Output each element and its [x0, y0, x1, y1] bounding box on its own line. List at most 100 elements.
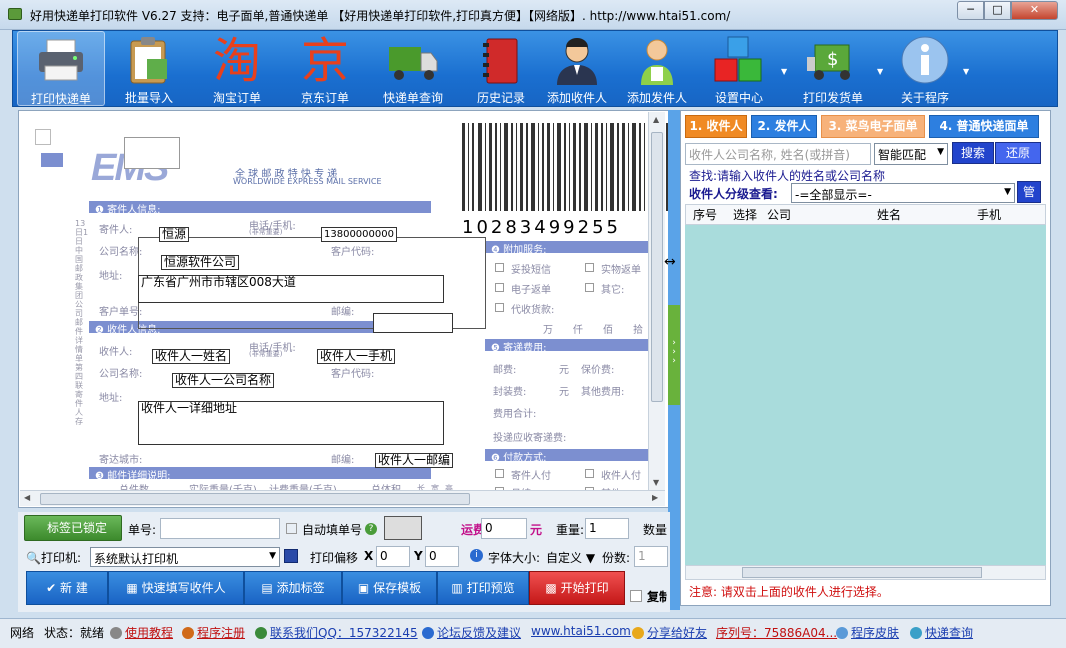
new-button[interactable]: ✔ 新 建	[26, 571, 108, 605]
tab-cainiao[interactable]: 3. 菜鸟电子面单	[821, 115, 925, 138]
col-index[interactable]: 序号	[693, 206, 717, 223]
tutorial-icon	[110, 627, 122, 639]
splitter-collapse-handle[interactable]: › › ›	[668, 305, 680, 405]
fee-unit-1: 元	[559, 365, 569, 376]
eReturn-checkbox[interactable]	[495, 283, 504, 292]
printer-select[interactable]: 系统默认打印机 ▼	[90, 547, 280, 567]
col-name[interactable]: 姓名	[877, 206, 901, 223]
unit-shi: 拾	[633, 325, 643, 336]
toolbar-add-receiver[interactable]: 添加收件人	[533, 31, 621, 106]
maximize-button[interactable]: □	[984, 1, 1011, 20]
toolbar-batch-import[interactable]: 批量导入	[105, 31, 193, 106]
return-checkbox[interactable]	[585, 263, 594, 272]
horizontal-scroll-thumb[interactable]	[40, 493, 470, 505]
field-sender-name[interactable]: 恒源	[159, 227, 190, 242]
list-scroll-thumb[interactable]	[742, 567, 982, 578]
settings-dropdown-arrow[interactable]: ▼	[781, 67, 787, 76]
toolbar-about[interactable]: 关于程序	[881, 31, 969, 106]
field-sender-address[interactable]: 广东省广州市市辖区008大道	[138, 275, 444, 303]
scroll-right-arrow[interactable]: ▶	[652, 493, 658, 502]
share-link[interactable]: 分享给好友	[632, 624, 707, 641]
tutorial-link[interactable]: 使用教程	[110, 624, 173, 641]
website-link[interactable]: www.htai51.com	[531, 624, 631, 638]
field-blank-box[interactable]	[373, 313, 453, 333]
canvas-horizontal-scrollbar[interactable]: ◀ ▶	[20, 490, 665, 506]
minimize-button[interactable]: ─	[957, 1, 984, 20]
reset-button[interactable]: 还原	[995, 142, 1041, 164]
cod-checkbox[interactable]	[495, 303, 504, 312]
vertical-scroll-thumb[interactable]	[651, 132, 663, 402]
logo-placeholder-box[interactable]	[124, 137, 180, 169]
col-mobile[interactable]: 手机	[977, 206, 1001, 223]
toolbar-waybill-query[interactable]: 快递单查询	[369, 31, 457, 106]
field-receiver-address[interactable]: 收件人一详细地址	[138, 401, 444, 445]
start-print-button[interactable]: ▩ 开始打印	[529, 571, 625, 605]
freight-input[interactable]: 0	[481, 518, 527, 539]
field-receiver-name[interactable]: 收件人一姓名	[152, 349, 231, 364]
toolbar-history[interactable]: 历史记录	[457, 31, 545, 106]
field-receiver-phone[interactable]: 收件人一手机	[317, 349, 396, 364]
tab-receiver[interactable]: 1. 收件人	[685, 115, 747, 138]
list-horizontal-scrollbar[interactable]	[685, 565, 1046, 580]
receiver-list[interactable]	[685, 225, 1046, 565]
label-lock-button[interactable]: 标签已锁定	[24, 515, 122, 541]
toolbar-print-invoice[interactable]: $ 打印发货单	[789, 31, 877, 106]
toolbar-print-waybill[interactable]: 打印快递单	[17, 31, 105, 106]
pay-sender-checkbox[interactable]	[495, 469, 504, 478]
barcode-scanner-icon[interactable]	[384, 516, 422, 540]
skin-link[interactable]: 程序皮肤	[836, 624, 899, 641]
scroll-up-arrow[interactable]: ▲	[653, 115, 659, 124]
toolbar-settings[interactable]: 设置中心	[695, 31, 783, 106]
field-receiver-company[interactable]: 收件人一公司名称	[172, 373, 275, 388]
toolbar-add-sender[interactable]: 添加发件人	[613, 31, 701, 106]
serial-number[interactable]: 序列号：75886A04...	[716, 624, 837, 641]
about-dropdown-arrow[interactable]: ▼	[963, 67, 969, 76]
quick-fill-receiver-button[interactable]: ▦ 快速填写收件人	[108, 571, 244, 605]
save-printer-icon[interactable]	[284, 549, 298, 563]
group-select[interactable]: -=全部显示=- ▼	[791, 183, 1015, 203]
search-button[interactable]: 搜索	[952, 142, 994, 164]
copy-checkbox[interactable]	[630, 590, 642, 602]
col-select[interactable]: 选择	[733, 206, 757, 223]
offset-y-input[interactable]: 0	[425, 546, 459, 567]
info-icon[interactable]: i	[470, 549, 483, 562]
toolbar-taobao-orders[interactable]: 淘 淘宝订单	[193, 31, 281, 106]
pay-receiver-checkbox[interactable]	[585, 469, 594, 478]
match-mode-select[interactable]: 智能匹配 ▼	[874, 143, 948, 165]
share-icon	[632, 627, 644, 639]
field-receiver-postcode[interactable]: 收件人一邮编	[375, 453, 454, 468]
tab-sender[interactable]: 2. 发件人	[751, 115, 817, 138]
receiver-search-input[interactable]: 收件人公司名称, 姓名(或拼音)	[685, 143, 871, 165]
toolbar-jd-orders[interactable]: 京 京东订单	[281, 31, 369, 106]
track-link[interactable]: 快递查询	[910, 624, 973, 641]
contact-qq-link[interactable]: 联系我们QQ：157322145	[255, 624, 418, 641]
waybill-no-input[interactable]	[160, 518, 280, 539]
contact-icon	[255, 627, 267, 639]
waybill-design-canvas[interactable]: 13日1日 中国邮政集团公司 邮件详情单 第四联 寄件人存 EMS 全 球 邮 …	[18, 110, 670, 508]
sms-checkbox[interactable]	[495, 263, 504, 272]
other-checkbox[interactable]	[585, 283, 594, 292]
close-button[interactable]: ✕	[1011, 1, 1058, 20]
help-icon[interactable]: ?	[365, 523, 377, 535]
print-preview-button[interactable]: ▥ 打印预览	[437, 571, 529, 605]
canvas-vertical-scrollbar[interactable]: ▲ ▼	[648, 112, 665, 490]
field-sender-phone[interactable]: 13800000000	[321, 227, 397, 242]
fee-unit-2: 元	[559, 387, 569, 398]
field-sender-company[interactable]: 恒源软件公司	[161, 255, 240, 270]
scroll-left-arrow[interactable]: ◀	[24, 493, 30, 502]
scroll-down-arrow[interactable]: ▼	[653, 478, 659, 487]
col-company[interactable]: 公司	[767, 206, 791, 223]
manage-groups-button[interactable]: 管	[1017, 181, 1041, 203]
offset-x-input[interactable]: 0	[376, 546, 410, 567]
font-size-select[interactable]: 自定义 ▼	[546, 549, 595, 566]
weight-input[interactable]: 1	[585, 518, 629, 539]
customer-no-label: 客户单号:	[99, 307, 143, 318]
auto-fill-checkbox[interactable]	[286, 523, 297, 534]
save-template-button[interactable]: ▣ 保存模板	[342, 571, 437, 605]
register-link[interactable]: 程序注册	[182, 624, 245, 641]
copies-input[interactable]: 1	[634, 546, 668, 567]
tab-normal-waybill[interactable]: 4. 普通快递面单	[929, 115, 1039, 138]
add-label-button[interactable]: ▤ 添加标签	[244, 571, 342, 605]
forum-link[interactable]: 论坛反馈及建议	[422, 624, 521, 641]
sender-label: 寄件人:	[99, 225, 133, 236]
